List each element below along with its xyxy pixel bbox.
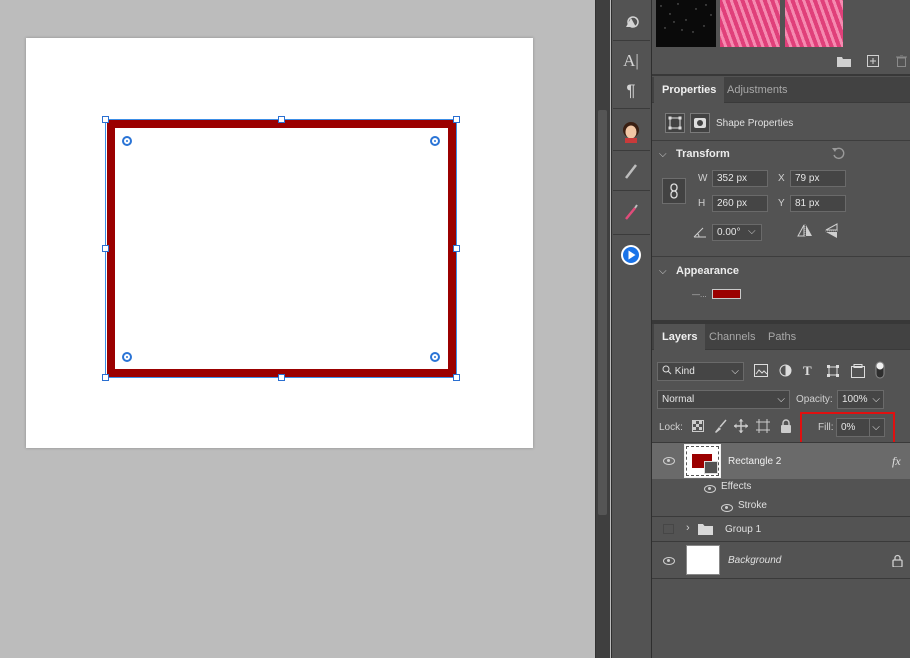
actions-play-icon[interactable] [614, 240, 648, 270]
stroke-color-swatch[interactable] [712, 289, 741, 299]
filter-kind-select[interactable]: Kind ⌵ [657, 362, 744, 381]
reset-transform-icon[interactable] [831, 146, 846, 163]
lock-transparent-icon[interactable] [692, 420, 704, 435]
filter-type-icon[interactable]: T [803, 363, 812, 379]
visibility-eye-icon[interactable] [663, 457, 675, 465]
layer-thumbnail-background [686, 545, 720, 575]
folder-icon [698, 523, 713, 538]
transform-handle-top[interactable] [278, 116, 285, 123]
lock-icon [892, 554, 903, 570]
paragraph-icon[interactable]: ¶ [614, 76, 648, 106]
folder-icon[interactable] [836, 53, 852, 69]
tab-paths[interactable]: Paths [760, 324, 804, 350]
blend-mode-value: Normal [662, 394, 695, 405]
appearance-header: Appearance [676, 265, 739, 277]
visibility-eye-icon[interactable] [663, 557, 675, 565]
lock-artboard-icon[interactable] [756, 419, 770, 436]
chevron-down-icon[interactable]: ⌵ [659, 266, 667, 277]
height-field[interactable]: 260 px [712, 195, 768, 212]
layer-row-group-1[interactable] [652, 517, 910, 541]
shape-type-icon [665, 113, 685, 133]
layer-effects-row[interactable] [652, 479, 910, 497]
selection-bounding-box [105, 119, 457, 378]
corner-radius-widget[interactable] [122, 136, 132, 146]
shape-properties-title: Shape Properties [716, 118, 794, 129]
chevron-down-icon[interactable]: ⌵ [659, 149, 667, 160]
flip-vertical-icon[interactable] [825, 223, 839, 242]
corner-radius-widget[interactable] [122, 352, 132, 362]
brushes-icon[interactable] [614, 197, 648, 227]
filter-adjustment-icon[interactable] [779, 364, 792, 380]
chevron-down-icon[interactable]: ⌵ [748, 226, 756, 237]
flip-horizontal-icon[interactable] [797, 224, 813, 241]
filter-shape-icon[interactable] [826, 364, 840, 381]
width-label: W [698, 173, 708, 184]
transform-handle-top-right[interactable] [453, 116, 460, 123]
layer-name-group-1[interactable]: Group 1 [725, 524, 761, 535]
lock-all-icon[interactable] [780, 419, 792, 436]
libraries-avatar-icon[interactable] [614, 117, 648, 147]
opacity-field[interactable]: 100% ⌵ [837, 390, 884, 409]
new-item-icon[interactable] [865, 53, 881, 69]
effects-visibility-eye-icon[interactable] [704, 485, 716, 493]
angle-icon [693, 226, 707, 241]
link-dimensions-icon[interactable] [662, 178, 686, 204]
effects-label: Effects [721, 481, 752, 492]
x-field[interactable]: 79 px [790, 170, 846, 187]
y-field[interactable]: 81 px [790, 195, 846, 212]
transform-handle-bottom[interactable] [278, 374, 285, 381]
layer-fx-icon[interactable]: fx [892, 454, 901, 469]
layer-name-rectangle-2[interactable]: Rectangle 2 [728, 456, 781, 467]
filter-pixel-icon[interactable] [754, 364, 768, 380]
character-icon[interactable]: A| [614, 46, 648, 76]
transform-handle-left[interactable] [102, 245, 109, 252]
opacity-value: 100% [842, 394, 868, 405]
fill-field[interactable]: 0% ⌵ [836, 418, 885, 437]
scrollbar-thumb[interactable] [598, 110, 607, 515]
layers-tabbar: Layers Channels Paths [652, 324, 910, 350]
transform-handle-bottom-left[interactable] [102, 374, 109, 381]
stroke-width-indicator: —... [692, 290, 707, 299]
y-label: Y [778, 198, 785, 209]
filter-kind-value: Kind [674, 366, 695, 377]
filter-smart-object-icon[interactable] [851, 364, 865, 381]
blend-mode-select[interactable]: Normal ⌵ [657, 390, 790, 409]
transform-handle-top-left[interactable] [102, 116, 109, 123]
width-field[interactable]: 352 px [712, 170, 768, 187]
history-icon[interactable] [614, 6, 648, 36]
transform-handle-bottom-right[interactable] [453, 374, 460, 381]
transform-header: Transform [676, 148, 730, 160]
visibility-empty-box[interactable] [663, 524, 674, 534]
tab-adjustments[interactable]: Adjustments [719, 77, 796, 103]
lock-label: Lock: [659, 422, 683, 433]
pattern-swatch-pink-2[interactable] [785, 0, 843, 47]
mask-icon[interactable] [690, 113, 710, 133]
pattern-swatch-pink[interactable] [720, 0, 780, 47]
angle-value: 0.00° [717, 227, 741, 238]
layer-stroke-effect-row[interactable] [652, 497, 910, 516]
stroke-effect-label: Stroke [738, 500, 767, 511]
tab-layers[interactable]: Layers [654, 324, 706, 350]
lock-position-move-icon[interactable] [734, 419, 748, 436]
filter-toggle-icon[interactable] [875, 361, 885, 382]
tab-properties[interactable]: Properties [654, 77, 725, 103]
delete-icon[interactable] [893, 53, 909, 69]
height-label: H [698, 198, 706, 209]
pattern-swatch-black[interactable] [656, 0, 716, 47]
corner-radius-widget[interactable] [430, 352, 440, 362]
layer-name-background[interactable]: Background [728, 555, 781, 566]
properties-tabbar: Properties Adjustments [652, 77, 910, 103]
x-label: X [778, 173, 785, 184]
corner-radius-widget[interactable] [430, 136, 440, 146]
chevron-right-icon[interactable]: › [686, 522, 690, 534]
tab-channels[interactable]: Channels [701, 324, 763, 350]
opacity-label: Opacity: [796, 394, 833, 405]
brush-settings-icon[interactable] [614, 156, 648, 186]
stroke-visibility-eye-icon[interactable] [721, 504, 733, 512]
fill-value: 0% [841, 422, 856, 433]
layer-thumbnail-shape [684, 444, 721, 478]
transform-handle-right[interactable] [453, 245, 460, 252]
lock-pixels-brush-icon[interactable] [713, 419, 727, 436]
fill-label: Fill: [818, 422, 834, 433]
